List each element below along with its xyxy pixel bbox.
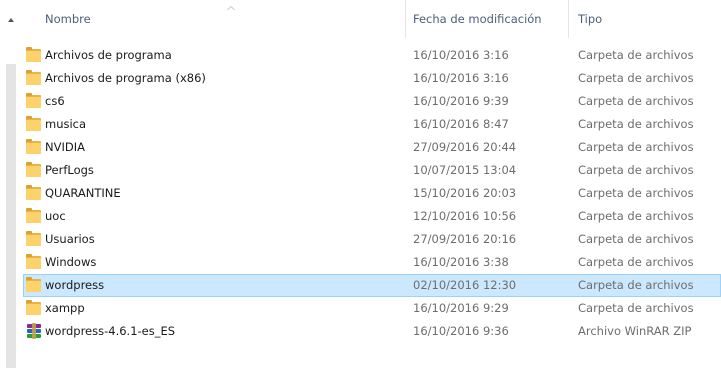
file-name: uoc xyxy=(45,209,66,223)
file-type: Carpeta de archivos xyxy=(578,186,694,200)
scroll-up-arrow-icon[interactable] xyxy=(8,18,14,22)
file-type: Carpeta de archivos xyxy=(578,48,694,62)
column-header-type[interactable]: Tipo xyxy=(578,0,602,38)
sort-ascending-icon xyxy=(227,6,235,10)
file-name: cs6 xyxy=(45,94,65,108)
file-row[interactable]: wordpress 02/10/2016 12:30 Carpeta de arch… xyxy=(23,274,721,297)
file-modified-date: 16/10/2016 3:16 xyxy=(413,71,509,85)
file-modified-date: 16/10/2016 3:38 xyxy=(413,255,509,269)
folder-icon xyxy=(26,70,42,86)
file-modified-date: 02/10/2016 12:30 xyxy=(413,278,517,292)
file-row[interactable]: cs6 16/10/2016 9:39 Carpeta de archivos xyxy=(23,90,721,113)
file-type: Carpeta de archivos xyxy=(578,71,694,85)
file-name: wordpress xyxy=(45,278,105,292)
file-row[interactable]: wordpress-4.6.1-es_ES 16/10/2016 9:36 Arch… xyxy=(23,320,721,343)
folder-icon xyxy=(26,300,42,316)
folder-icon xyxy=(26,208,42,224)
file-modified-date: 16/10/2016 3:16 xyxy=(413,48,509,62)
file-type: Archivo WinRAR ZIP xyxy=(578,324,692,338)
file-name: wordpress-4.6.1-es_ES xyxy=(45,324,176,338)
file-row[interactable]: QUARANTINE 15/10/2016 20:03 Carpeta de arc… xyxy=(23,182,721,205)
folder-icon xyxy=(26,116,42,132)
navigation-pane-scrollbar[interactable] xyxy=(0,0,22,368)
folder-icon xyxy=(26,162,42,178)
column-header-bar: Nombre Fecha de modificación Tipo xyxy=(23,0,721,38)
folder-icon xyxy=(26,93,42,109)
file-name: Archivos de programa xyxy=(45,48,172,62)
file-modified-date: 16/10/2016 9:36 xyxy=(413,324,509,338)
file-name: PerfLogs xyxy=(45,163,94,177)
file-row[interactable]: uoc 12/10/2016 10:56 Carpeta de archivos xyxy=(23,205,721,228)
file-name: QUARANTINE xyxy=(45,186,121,200)
file-explorer-window: Nombre Fecha de modificación Tipo Archiv… xyxy=(0,0,721,368)
column-separator[interactable] xyxy=(405,0,406,38)
scrollbar-thumb[interactable] xyxy=(6,64,16,368)
file-type: Carpeta de archivos xyxy=(578,163,694,177)
winrar-icon xyxy=(26,323,42,339)
file-type: Carpeta de archivos xyxy=(578,278,694,292)
file-modified-date: 27/09/2016 20:44 xyxy=(413,140,517,154)
file-modified-date: 16/10/2016 8:47 xyxy=(413,117,509,131)
file-type: Carpeta de archivos xyxy=(578,94,694,108)
file-row[interactable]: PerfLogs 10/07/2015 13:04 Carpeta de archi… xyxy=(23,159,721,182)
file-modified-date: 10/07/2015 13:04 xyxy=(413,163,517,177)
file-name: NVIDIA xyxy=(45,140,85,154)
file-type: Carpeta de archivos xyxy=(578,140,694,154)
file-modified-date: 16/10/2016 9:39 xyxy=(413,94,509,108)
file-modified-date: 12/10/2016 10:56 xyxy=(413,209,517,223)
folder-icon xyxy=(26,47,42,63)
file-name: Usuarios xyxy=(45,232,95,246)
file-name: Archivos de programa (x86) xyxy=(45,71,206,85)
file-row[interactable]: Archivos de programa (x86) 16/10/2016 3:1… xyxy=(23,67,721,90)
file-modified-date: 15/10/2016 20:03 xyxy=(413,186,517,200)
file-type: Carpeta de archivos xyxy=(578,255,694,269)
file-row[interactable]: Archivos de programa 16/10/2016 3:16 Carpe… xyxy=(23,44,721,67)
file-type: Carpeta de archivos xyxy=(578,117,694,131)
file-name: musica xyxy=(45,117,87,131)
file-modified-date: 16/10/2016 9:29 xyxy=(413,301,509,315)
column-separator[interactable] xyxy=(568,0,569,38)
file-modified-date: 27/09/2016 20:16 xyxy=(413,232,517,246)
file-type: Carpeta de archivos xyxy=(578,301,694,315)
folder-icon xyxy=(26,231,42,247)
file-row[interactable]: Usuarios 27/09/2016 20:16 Carpeta de archi… xyxy=(23,228,721,251)
file-name: xampp xyxy=(45,301,85,315)
folder-icon xyxy=(26,254,42,270)
file-type: Carpeta de archivos xyxy=(578,232,694,246)
file-list: Archivos de programa 16/10/2016 3:16 Carpe… xyxy=(23,44,721,343)
file-row[interactable]: musica 16/10/2016 8:47 Carpeta de archivos xyxy=(23,113,721,136)
file-row[interactable]: NVIDIA 27/09/2016 20:44 Carpeta de archivo… xyxy=(23,136,721,159)
file-row[interactable]: Windows 16/10/2016 3:38 Carpeta de archivo… xyxy=(23,251,721,274)
column-header-name[interactable]: Nombre xyxy=(45,0,91,38)
file-type: Carpeta de archivos xyxy=(578,209,694,223)
file-row[interactable]: xampp 16/10/2016 9:29 Carpeta de archivos xyxy=(23,297,721,320)
file-name: Windows xyxy=(45,255,97,269)
column-header-date[interactable]: Fecha de modificación xyxy=(413,0,542,38)
folder-icon xyxy=(26,277,42,293)
folder-icon xyxy=(26,185,42,201)
folder-icon xyxy=(26,139,42,155)
